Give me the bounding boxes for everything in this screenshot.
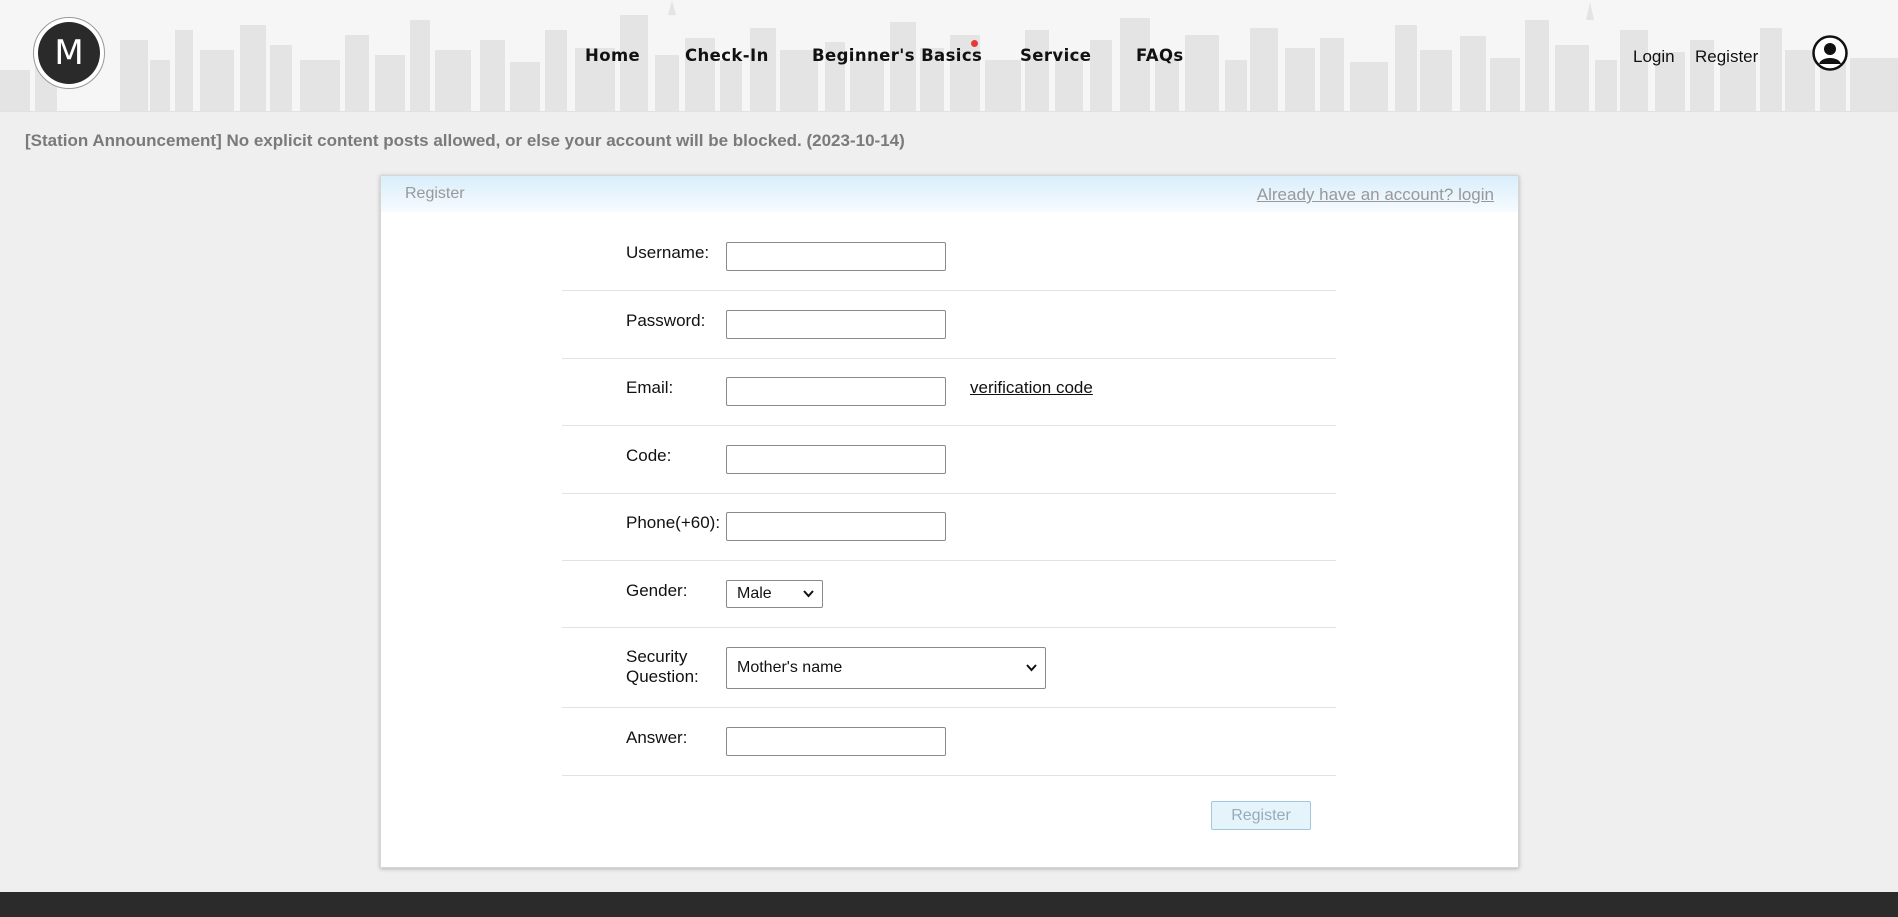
row-divider: [562, 627, 1336, 628]
nav-home[interactable]: Home: [585, 46, 640, 65]
station-announcement: [Station Announcement] No explicit conte…: [25, 131, 905, 150]
notification-dot: [971, 40, 978, 47]
gender-selected-value: Male: [737, 585, 772, 602]
login-link[interactable]: Login: [1633, 47, 1675, 67]
security-question-selected-value: Mother's name: [737, 659, 843, 676]
nav-faqs[interactable]: FAQs: [1136, 46, 1184, 65]
register-link[interactable]: Register: [1695, 47, 1758, 67]
code-label: Code:: [626, 446, 672, 465]
username-input[interactable]: [726, 242, 946, 271]
username-label: Username:: [626, 243, 710, 262]
phone-input[interactable]: [726, 512, 946, 541]
row-divider: [562, 775, 1336, 776]
nav-service[interactable]: Service: [1020, 46, 1091, 65]
answer-label: Answer:: [626, 728, 688, 747]
answer-input[interactable]: [726, 727, 946, 756]
password-label: Password:: [626, 311, 706, 330]
card-title: Register: [405, 185, 465, 202]
gender-select[interactable]: Male: [726, 580, 823, 608]
security-question-label: Security Question:: [626, 647, 699, 687]
site-footer: [0, 892, 1898, 917]
security-question-select[interactable]: Mother's name: [726, 647, 1046, 689]
nav-check-in[interactable]: Check-In: [685, 46, 769, 65]
security-label-line-1: Security: [626, 647, 688, 666]
password-input[interactable]: [726, 310, 946, 339]
already-have-account-link[interactable]: Already have an account? login: [1257, 185, 1494, 205]
register-submit-button[interactable]: Register: [1211, 801, 1311, 830]
row-divider: [562, 425, 1336, 426]
chevron-down-icon: [1026, 664, 1037, 672]
verification-code-link[interactable]: verification code: [970, 378, 1093, 398]
row-divider: [562, 290, 1336, 291]
email-input[interactable]: [726, 377, 946, 406]
security-label-line-2: Question:: [626, 667, 699, 686]
code-input[interactable]: [726, 445, 946, 474]
register-card: Register Already have an account? login: [380, 175, 1519, 868]
card-header: Register Already have an account? login: [381, 176, 1518, 212]
row-divider: [562, 707, 1336, 708]
site-header: M Home Check-In Beginner's Basics Servic…: [0, 0, 1898, 112]
main-nav: Home Check-In Beginner's Basics Service …: [0, 46, 1898, 70]
row-divider: [562, 358, 1336, 359]
row-divider: [562, 560, 1336, 561]
user-account-icon[interactable]: [1812, 35, 1848, 71]
gender-label: Gender:: [626, 581, 688, 600]
row-divider: [562, 493, 1336, 494]
nav-beginners-basics[interactable]: Beginner's Basics: [812, 46, 982, 65]
phone-label: Phone(+60):: [626, 513, 721, 532]
chevron-down-icon: [803, 590, 814, 598]
email-label: Email:: [626, 378, 674, 397]
